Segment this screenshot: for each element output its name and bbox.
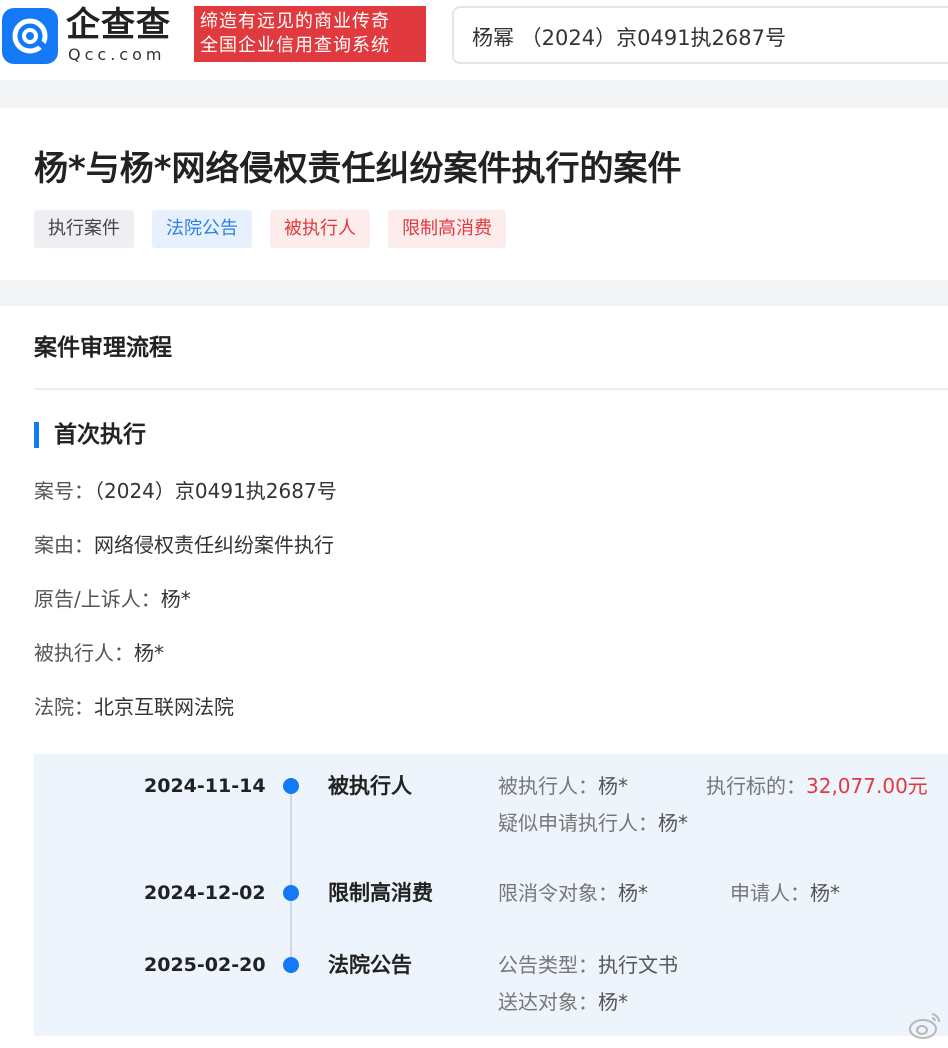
- field-case-cause: 案由：网络侵权责任纠纷案件执行: [34, 530, 334, 560]
- timeline-detail: 送达对象：杨*: [498, 987, 628, 1017]
- detail-label: 申请人：: [730, 881, 810, 905]
- detail-value[interactable]: 杨*: [598, 774, 628, 798]
- search-input[interactable]: 杨幂 （2024）京0491执2687号: [452, 6, 948, 64]
- timeline-date: 2024-12-02: [144, 882, 266, 904]
- timeline-detail: 疑似申请执行人：杨*: [498, 808, 688, 838]
- slogan-line-1: 缔造有远见的商业传奇: [200, 11, 390, 32]
- timeline-detail: 限消令对象：杨*: [498, 878, 648, 908]
- timeline-date: 2024-11-14: [144, 775, 266, 797]
- field-label: 原告/上诉人：: [34, 587, 161, 611]
- tag-court-announcement[interactable]: 法院公告: [152, 210, 252, 248]
- case-header-card: 杨*与杨*网络侵权责任纠纷案件执行的案件 执行案件 法院公告 被执行人 限制高消…: [0, 108, 948, 280]
- detail-value[interactable]: 杨*: [658, 811, 688, 835]
- field-value: 网络侵权责任纠纷案件执行: [94, 533, 334, 557]
- brand-slogan: 缔造有远见的商业传奇 全国企业信用查询系统: [194, 6, 426, 62]
- field-value[interactable]: 杨*: [134, 641, 164, 665]
- timeline-line: [290, 794, 292, 972]
- field-label: 案号：: [34, 479, 94, 503]
- execution-amount: 32,077.00元: [806, 774, 928, 798]
- field-case-number: 案号：（2024）京0491执2687号: [34, 476, 337, 506]
- detail-value[interactable]: 杨*: [810, 881, 840, 905]
- qcc-logo-icon[interactable]: [2, 8, 58, 64]
- section-title: 案件审理流程: [34, 335, 172, 361]
- field-label: 法院：: [34, 695, 94, 719]
- case-process-card: 案件审理流程 首次执行 案号：（2024）京0491执2687号 案由：网络侵权…: [0, 306, 948, 1048]
- field-label: 被执行人：: [34, 641, 134, 665]
- field-value: （2024）京0491执2687号: [94, 479, 337, 503]
- timeline: 2024-11-14 被执行人 被执行人：杨* 执行标的：32,077.00元 …: [34, 754, 948, 1036]
- detail-label: 限消令对象：: [498, 881, 618, 905]
- field-plaintiff: 原告/上诉人：杨*: [34, 584, 191, 614]
- field-defendant: 被执行人：杨*: [34, 638, 164, 668]
- timeline-date: 2025-02-20: [144, 954, 266, 976]
- timeline-type[interactable]: 限制高消费: [328, 878, 433, 908]
- timeline-type[interactable]: 法院公告: [328, 950, 412, 980]
- detail-label: 公告类型：: [498, 953, 598, 977]
- weibo-watermark-icon: [908, 1010, 942, 1040]
- tag-person-subject-to-execution[interactable]: 被执行人: [270, 210, 370, 248]
- timeline-detail: 公告类型：执行文书: [498, 950, 678, 980]
- timeline-dot: [283, 957, 299, 973]
- divider: [34, 388, 948, 390]
- detail-label: 疑似申请执行人：: [498, 811, 658, 835]
- detail-label: 送达对象：: [498, 990, 598, 1014]
- detail-value[interactable]: 杨*: [598, 990, 628, 1014]
- detail-label: 被执行人：: [498, 774, 598, 798]
- field-label: 案由：: [34, 533, 94, 557]
- field-value[interactable]: 北京互联网法院: [94, 695, 234, 719]
- timeline-detail: 执行标的：32,077.00元: [706, 771, 928, 801]
- top-header: 企查查 Qcc.com 缔造有远见的商业传奇 全国企业信用查询系统 杨幂 （20…: [0, 0, 948, 80]
- field-court: 法院：北京互联网法院: [34, 692, 234, 722]
- tag-consumption-restriction[interactable]: 限制高消费: [388, 210, 506, 248]
- detail-label: 执行标的：: [706, 774, 806, 798]
- timeline-detail: 被执行人：杨*: [498, 771, 628, 801]
- brand-name-en: Qcc.com: [68, 45, 166, 64]
- case-title: 杨*与杨*网络侵权责任纠纷案件执行的案件: [34, 149, 682, 189]
- slogan-line-2: 全国企业信用查询系统: [200, 35, 390, 56]
- brand-name-cn: 企查查: [66, 5, 171, 45]
- tag-execution-case[interactable]: 执行案件: [34, 210, 134, 248]
- subtitle-accent-bar: [34, 422, 39, 448]
- timeline-dot: [283, 885, 299, 901]
- brand-logo[interactable]: 企查查 Qcc.com: [66, 4, 188, 64]
- field-value[interactable]: 杨*: [161, 587, 191, 611]
- search-query: 杨幂 （2024）京0491执2687号: [472, 26, 787, 50]
- timeline-detail: 申请人：杨*: [730, 878, 840, 908]
- timeline-type[interactable]: 被执行人: [328, 771, 412, 801]
- detail-value: 执行文书: [598, 953, 678, 977]
- timeline-dot: [283, 778, 299, 794]
- detail-value[interactable]: 杨*: [618, 881, 648, 905]
- subtitle: 首次执行: [54, 422, 146, 448]
